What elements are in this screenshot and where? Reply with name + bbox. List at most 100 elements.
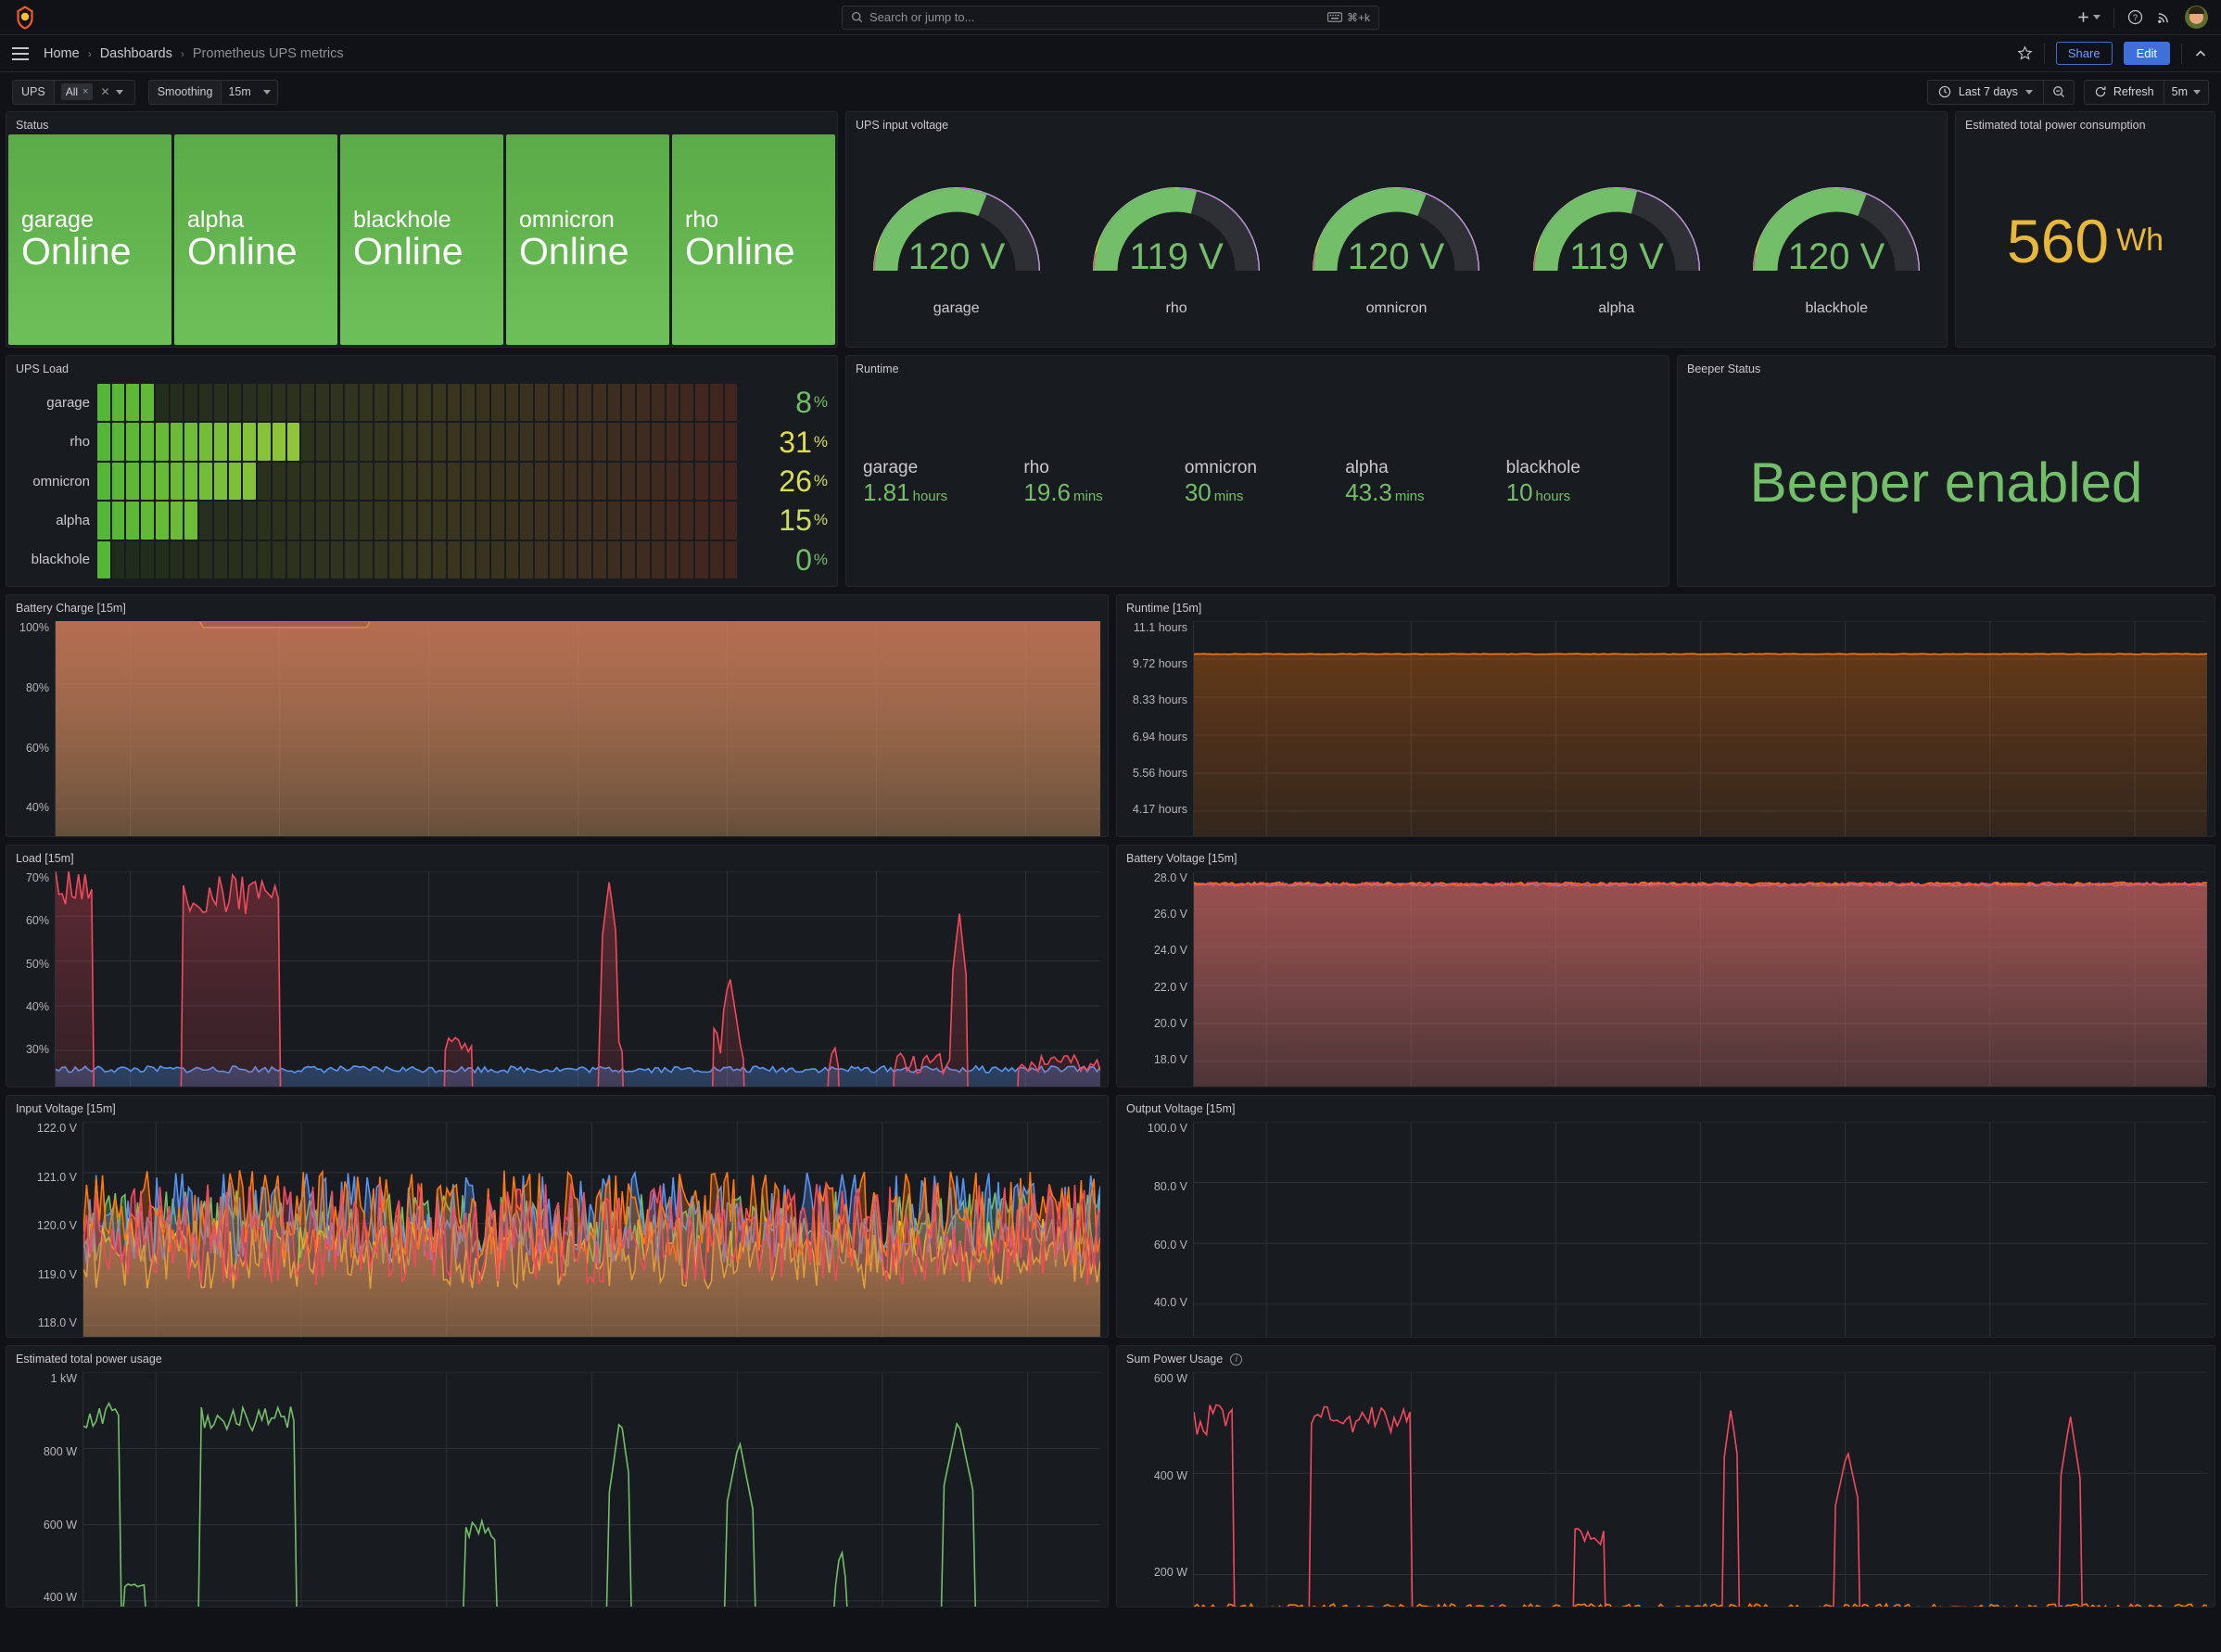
gauge-blackhole[interactable]: 120 V blackhole: [1744, 159, 1929, 317]
load-cell: [622, 423, 636, 461]
runtime-cell-blackhole[interactable]: blackhole 10 hours: [1499, 457, 1659, 508]
runtime-cell-alpha[interactable]: alpha 43.3 mins: [1338, 457, 1498, 508]
panel-title-text: Input Voltage [15m]: [16, 1102, 116, 1115]
y-tick-label: 80.0 V: [1153, 1179, 1187, 1193]
chevron-down-icon: [2193, 89, 2201, 95]
panel-output-voltage: Output Voltage [15m] 100.0 V 80.0 V 60.0 V 4…: [1116, 1095, 2215, 1338]
load-cell: [637, 540, 650, 579]
gauge-rho[interactable]: 119 V rho: [1084, 159, 1269, 317]
timeseries-rows: Battery Charge [15m]100%80%60%40%20%0% 1…: [6, 594, 2215, 1608]
load-cell: [607, 423, 621, 461]
load-row-omnicron: omnicron: [10, 462, 738, 501]
chart-canvas[interactable]: [55, 621, 1100, 836]
load-cell: [651, 423, 665, 461]
share-button[interactable]: Share: [2055, 42, 2113, 65]
load-cell: [592, 540, 606, 579]
svg-text:120 V: 120 V: [1348, 236, 1445, 277]
load-cell: [476, 423, 489, 461]
info-icon[interactable]: i: [1230, 1353, 1243, 1366]
grafana-logo-icon[interactable]: [13, 5, 37, 30]
breadcrumb-home[interactable]: Home: [44, 46, 80, 61]
chart-canvas[interactable]: [1193, 621, 2207, 836]
dashboard-row: Load [15m]70%60%50%40%30%20%10%0% 10/31 …: [6, 845, 2215, 1087]
runtime-cell-name: alpha: [1345, 457, 1389, 477]
variable-smoothing-value: 15m: [228, 85, 251, 98]
menu-toggle-button[interactable]: [12, 46, 29, 60]
remove-value-icon[interactable]: ×: [82, 86, 88, 97]
status-cell-omnicron[interactable]: omnicron Online: [506, 134, 669, 345]
load-cell: [695, 502, 708, 540]
status-cell-alpha[interactable]: alpha Online: [174, 134, 337, 345]
load-cell: [549, 462, 563, 501]
load-cell: [709, 423, 723, 461]
y-tick-label: 22.0 V: [1153, 980, 1187, 994]
y-tick-label: 50%: [25, 957, 49, 971]
load-cell: [549, 540, 563, 579]
add-new-button[interactable]: [2076, 10, 2100, 24]
chart-canvas[interactable]: [82, 1122, 1100, 1337]
status-cell-rho[interactable]: rho Online: [672, 134, 835, 345]
dashboard-row: Battery Charge [15m]100%80%60%40%20%0% 1…: [6, 594, 2215, 837]
chart-canvas[interactable]: [1193, 1122, 2207, 1337]
breadcrumb-dashboards[interactable]: Dashboards: [100, 46, 172, 61]
news-button[interactable]: [2156, 9, 2172, 25]
gauge-garage[interactable]: 120 V garage: [864, 159, 1049, 317]
y-tick-label: 100.0 V: [1147, 1122, 1187, 1135]
load-value-number: 15: [779, 503, 812, 538]
chart-canvas[interactable]: [1193, 1372, 2207, 1607]
chevron-up-icon[interactable]: [2193, 46, 2208, 61]
load-row-bar: [97, 462, 738, 501]
status-cell-garage[interactable]: garage Online: [8, 134, 171, 345]
gauge-alpha[interactable]: 119 V alpha: [1524, 159, 1709, 317]
zoom-out-button[interactable]: [2042, 80, 2074, 104]
runtime-cell-garage[interactable]: garage 1.81 hours: [856, 457, 1016, 508]
load-cell: [680, 540, 694, 579]
chevron-down-icon: [263, 89, 272, 95]
refresh-button[interactable]: Refresh: [2085, 85, 2164, 98]
load-row-bar: [97, 384, 738, 422]
gauge-label: alpha: [1598, 299, 1635, 316]
chart-canvas[interactable]: [82, 1372, 1100, 1607]
plot-area: 28.0 V26.0 V24.0 V22.0 V20.0 V18.0 V16.0…: [1123, 871, 2207, 1087]
load-cell: [476, 540, 489, 579]
load-cell: [724, 502, 738, 540]
load-cell: [170, 384, 184, 422]
clear-selection-icon[interactable]: ✕: [100, 85, 109, 98]
nav-divider: [2113, 6, 2114, 28]
chart-canvas[interactable]: [1193, 871, 2207, 1087]
y-tick-label: 18.0 V: [1153, 1053, 1187, 1067]
load-cell: [199, 462, 212, 501]
variable-ups-select[interactable]: All × ✕: [53, 79, 135, 105]
page-title: Prometheus UPS metrics: [192, 45, 344, 61]
runtime-cell-rho[interactable]: rho 19.6 mins: [1016, 457, 1176, 508]
load-cell: [155, 423, 169, 461]
runtime-cell-name: blackhole: [1505, 457, 1580, 477]
help-button[interactable]: ?: [2127, 9, 2143, 25]
y-tick-label: 400 W: [43, 1591, 77, 1605]
chart-canvas[interactable]: [55, 871, 1100, 1087]
variable-smoothing-select[interactable]: 15m: [221, 79, 279, 105]
search-input[interactable]: Search or jump to... ⌘+k: [842, 5, 1379, 30]
load-cell: [258, 502, 271, 540]
refresh-interval-select[interactable]: 5m: [2163, 80, 2208, 104]
load-cell: [476, 384, 489, 422]
avatar[interactable]: [2185, 6, 2208, 29]
chevron-down-icon: [2093, 15, 2100, 19]
load-cell: [462, 384, 476, 422]
load-cell: [651, 502, 665, 540]
time-range-button[interactable]: Last 7 days: [1928, 85, 2043, 98]
load-cell: [709, 540, 723, 579]
star-outline-icon[interactable]: [2017, 45, 2033, 61]
load-cell: [695, 462, 708, 501]
edit-button[interactable]: Edit: [2123, 42, 2170, 65]
load-cell: [549, 423, 563, 461]
variable-ups-pill[interactable]: All ×: [60, 83, 94, 100]
load-cell: [695, 540, 708, 579]
y-tick-label: 40%: [25, 999, 49, 1013]
load-cell: [564, 423, 577, 461]
runtime-cell-unit: mins: [1073, 489, 1103, 505]
gauge-omnicron[interactable]: 120 V omnicron: [1303, 159, 1489, 317]
status-cell-blackhole[interactable]: blackhole Online: [340, 134, 503, 345]
runtime-cell-omnicron[interactable]: omnicron 30 mins: [1177, 457, 1338, 508]
plot-area: 11.1 hours 9.72 hours 8.33 hours 6.94 hours…: [1123, 621, 2207, 836]
